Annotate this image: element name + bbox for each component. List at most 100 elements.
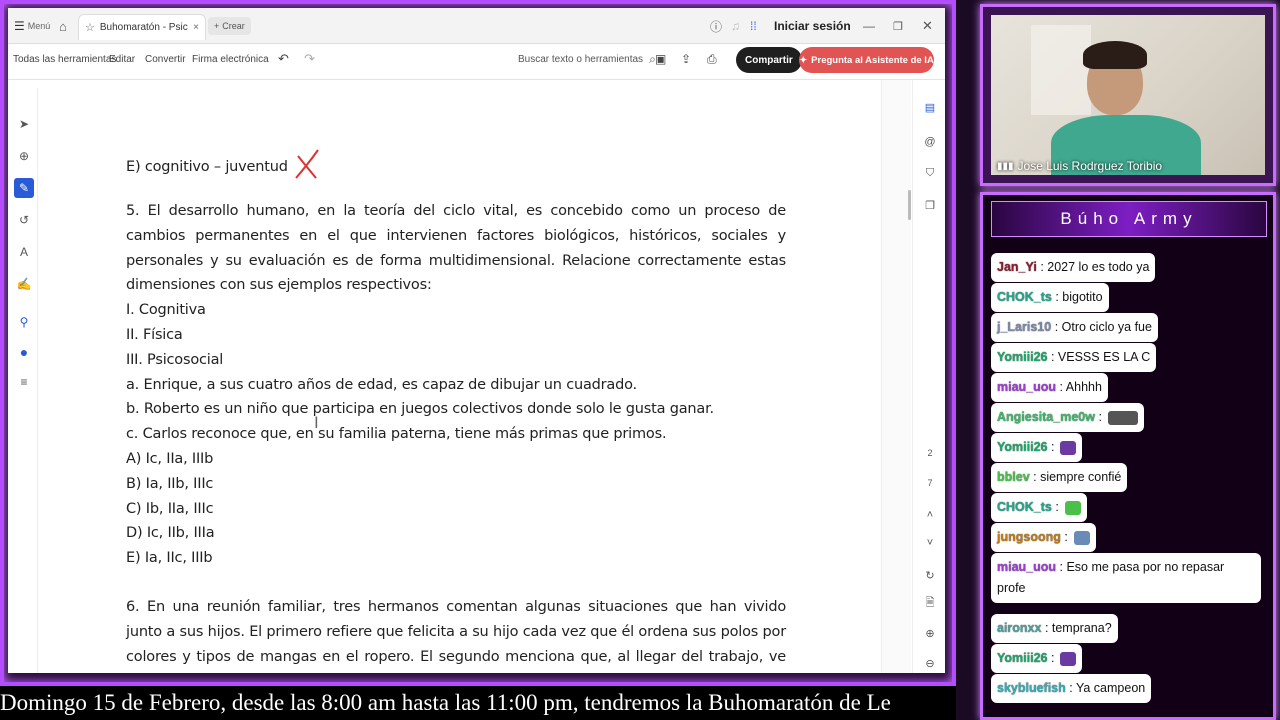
bell-icon[interactable]: ♫ [731,8,740,44]
chat-username[interactable]: skybluefish [997,681,1066,695]
refresh-icon[interactable]: ↻ [923,568,937,582]
search-tools-field[interactable]: Buscar texto o herramientas ⌕ [518,44,656,74]
webcam-name-tag: ▮▮▮ Jose Luis Rodrguez Toribio [991,157,1168,175]
hamburger-icon: ☰ [14,19,25,33]
upload-icon[interactable]: ⇪ [681,44,691,74]
q5-line-4: a. Enrique, a sus cuatro años de edad, e… [126,376,637,393]
stamp-icon[interactable]: ✍ [16,276,32,292]
scroll-thumb[interactable] [908,190,911,220]
minimize-icon[interactable]: — [863,8,875,44]
close-window-icon[interactable]: ✕ [922,8,933,44]
news-ticker: Domingo 15 de Febrero, desde las 8:00 am… [0,686,956,720]
chat-message: Yomiii26 : VESSS ES LA C [991,343,1157,372]
q5-option-b: B) Ia, IIb, IIIc [126,475,214,492]
chat-message: j_Laris10 : Otro ciclo ya fue [991,313,1158,342]
person-hair [1083,41,1147,69]
pen-icon[interactable]: ✎ [14,178,34,198]
chat-emote-icon [1064,500,1081,515]
chat-username[interactable]: miau_uou [997,380,1056,394]
chat-message: skybluefish : Ya campeon [991,674,1152,703]
chat-text-continued: profe [997,581,1026,595]
search-tools-text: Buscar texto o herramientas [518,53,644,65]
pdf-viewer-window: ☰ Menú ⌂ ☆ Buhomaratón - Psicol... × + C… [8,8,945,673]
chat-emote-icon [1107,410,1138,425]
tab-bar: ☰ Menú ⌂ ☆ Buhomaratón - Psicol... × + C… [8,8,945,44]
zoom-out-icon[interactable]: ⊖ [923,656,937,670]
chat-text: : [1047,440,1055,454]
signal-bars-icon: ▮▮▮ [997,160,1014,172]
page-number-total: 7 [927,478,933,488]
chat-text: : Ya campeon [1065,681,1146,695]
chat-username[interactable]: jungsoong [997,530,1061,544]
previous-option: E) cognitivo – juventud [126,158,288,175]
redo-icon[interactable]: ↷ [304,44,315,74]
pages-icon[interactable]: ❐ [923,198,937,212]
at-icon[interactable]: @ [923,135,937,149]
chat-text: : Ahhhh [1056,380,1102,394]
question-6: 6. En una reunión familiar, tres hermano… [126,598,786,665]
apps-grid-icon[interactable]: ⁞⁞ [750,8,757,44]
new-tab-button[interactable]: + Crear [208,17,251,35]
bookmark-icon[interactable]: ⛉ [923,166,937,180]
color-dot-icon[interactable]: ● [16,344,32,360]
left-tool-rail: ➤ ⊕ ✎ ↺ A ✍ ⚲ ● ≡ [8,88,38,673]
chat-username[interactable]: CHOK_ts [997,290,1052,304]
chat-username[interactable]: aironxx [997,621,1041,635]
undo-icon[interactable]: ↶ [278,44,289,74]
share-button[interactable]: Compartir [736,47,802,73]
edit-menu[interactable]: Editar [109,44,135,74]
save-icon[interactable]: ▣ [655,44,666,74]
more-options-icon[interactable]: ≡ [16,374,32,390]
e-sign-menu[interactable]: Firma electrónica [192,44,269,74]
tab-title: Buhomaratón - Psicol... [99,22,188,33]
window-light [1031,25,1091,115]
all-tools-menu[interactable]: Todas las herramientas [13,44,116,74]
convert-menu[interactable]: Convertir [145,44,186,74]
chat-panel: Búho Army Jan_Yi : 2027 lo es todo ya CHO… [980,192,1276,720]
help-icon[interactable]: ⓘ [710,8,722,44]
q5-line-5: b. Roberto es un niño que participa en j… [126,401,714,418]
pin-icon[interactable]: ⚲ [16,314,32,330]
chat-message: Yomiii26 : [991,433,1083,462]
close-tab-icon[interactable]: × [193,22,199,33]
chat-username[interactable]: Yomiii26 [997,651,1047,665]
chat-username[interactable]: bblev [997,470,1030,484]
chat-username[interactable]: Yomiii26 [997,440,1047,454]
chat-username[interactable]: Jan_Yi [997,260,1037,274]
q5-line-6: c. Carlos reconoce que, en su familia pa… [126,426,667,443]
comment-panel-icon[interactable]: ▤ [923,100,937,114]
chat-username[interactable]: miau_uou [997,560,1056,574]
signin-button[interactable]: Iniciar sesión [774,8,851,44]
red-x-mark [294,149,319,179]
ai-assistant-label: Pregunta al Asistente de IA [811,54,934,66]
chevron-up-icon[interactable]: ˄ [923,508,937,522]
lasso-icon[interactable]: ↺ [16,212,32,228]
home-icon[interactable]: ⌂ [59,8,67,44]
chevron-down-icon[interactable]: ˅ [923,536,937,550]
cursor-icon[interactable]: ➤ [16,116,32,132]
document-icon[interactable]: 🗎 [923,596,937,610]
chat-username[interactable]: Yomiii26 [997,350,1047,364]
chat-username[interactable]: CHOK_ts [997,500,1052,514]
chat-text: : [1094,410,1102,424]
maximize-icon[interactable]: ❐ [893,8,903,44]
ai-assistant-button[interactable]: ✦ Pregunta al Asistente de IA [799,47,934,73]
chat-text: : 2027 lo es todo ya [1036,260,1150,274]
chat-emote-icon [1060,651,1077,666]
q5-option-c: C) Ib, IIa, IIIc [126,500,214,517]
chat-message: CHOK_ts : [991,493,1087,522]
chat-text: : Eso me pasa por no repasar [1056,560,1225,574]
print-icon[interactable]: ⎙ [707,44,717,74]
tab-document[interactable]: ☆ Buhomaratón - Psicol... × [78,14,206,40]
menu-button[interactable]: ☰ Menú [14,8,50,44]
chat-text: : [1051,500,1059,514]
document-text: E) cognitivo – juventud 5. El desarrollo… [126,80,786,673]
zoom-annotate-icon[interactable]: ⊕ [16,148,32,164]
text-select-icon[interactable]: A [16,244,32,260]
chat-username[interactable]: Angiesita_me0w [997,410,1095,424]
chat-username[interactable]: j_Laris10 [997,320,1051,334]
chat-message: Angiesita_me0w : [991,403,1144,432]
page-scroll-strip[interactable] [881,80,911,673]
zoom-in-icon[interactable]: ⊕ [923,626,937,640]
chat-message: Jan_Yi : 2027 lo es todo ya [991,253,1156,282]
